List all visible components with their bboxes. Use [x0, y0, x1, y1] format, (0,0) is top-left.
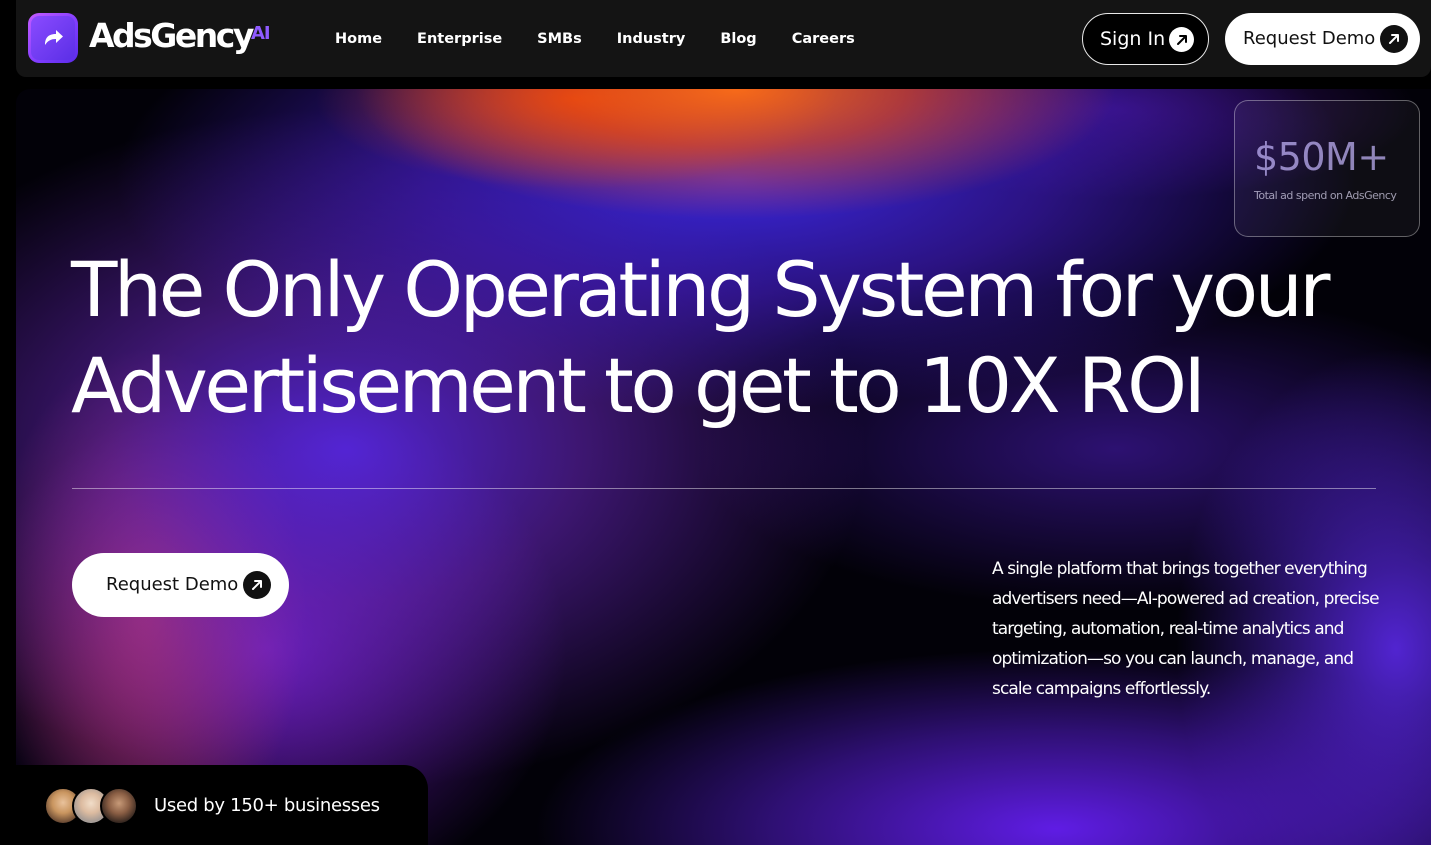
share-arrow-icon — [31, 16, 75, 60]
hero-headline: The Only Operating System for your Adver… — [71, 242, 1371, 434]
nav-link-home[interactable]: Home — [335, 29, 382, 49]
arrow-up-right-icon — [243, 571, 271, 599]
main-nav: Home Enterprise SMBs Industry Blog Caree… — [335, 29, 890, 49]
arrow-up-right-icon — [1380, 25, 1408, 53]
brand-suffix: AI — [251, 23, 271, 44]
request-demo-nav-label: Request Demo — [1243, 28, 1376, 49]
nav-link-enterprise[interactable]: Enterprise — [417, 29, 502, 49]
top-navbar: AdsGency AI Home Enterprise SMBs Industr… — [16, 0, 1431, 77]
arrow-up-right-icon — [1169, 27, 1194, 52]
stat-caption: Total ad spend on AdsGency — [1254, 189, 1397, 202]
headline-line-2: Advertisement to get to 10X ROI — [71, 341, 1206, 430]
hero-divider — [72, 488, 1376, 489]
nav-link-smbs[interactable]: SMBs — [537, 29, 582, 49]
headline-line-1: The Only Operating System for your — [71, 245, 1330, 334]
sign-in-label: Sign In — [1100, 28, 1166, 50]
brand-name[interactable]: AdsGency — [89, 16, 254, 56]
hero-section: $50M+ Total ad spend on AdsGency The Onl… — [16, 89, 1431, 845]
sign-in-button[interactable]: Sign In — [1082, 13, 1209, 65]
nav-link-blog[interactable]: Blog — [720, 29, 756, 49]
social-proof-bar: Used by 150+ businesses — [16, 765, 428, 845]
stat-value: $50M+ — [1254, 135, 1389, 179]
customer-avatars — [44, 787, 144, 825]
nav-link-industry[interactable]: Industry — [617, 29, 686, 49]
ad-spend-stat-card: $50M+ Total ad spend on AdsGency — [1234, 100, 1420, 237]
request-demo-hero-button[interactable]: Request Demo — [72, 553, 289, 617]
brand-logo-icon[interactable] — [28, 13, 78, 63]
avatar — [100, 787, 138, 825]
request-demo-hero-label: Request Demo — [106, 574, 239, 595]
request-demo-nav-button[interactable]: Request Demo — [1225, 13, 1420, 65]
nav-link-careers[interactable]: Careers — [792, 29, 855, 49]
social-proof-text: Used by 150+ businesses — [154, 795, 380, 816]
hero-description: A single platform that brings together e… — [992, 559, 1380, 699]
